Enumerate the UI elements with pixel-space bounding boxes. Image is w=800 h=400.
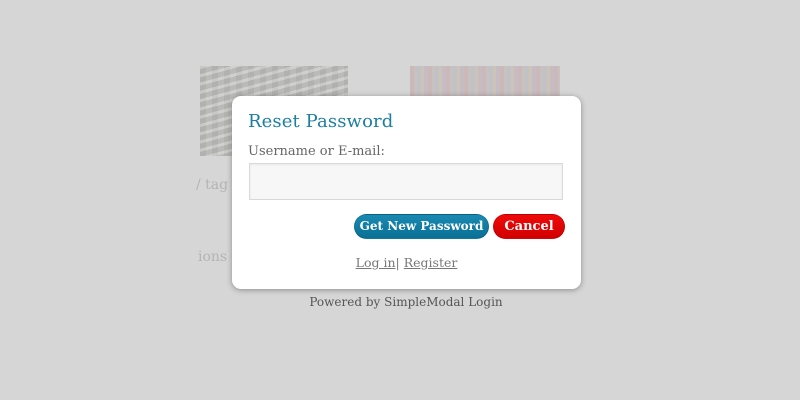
reset-password-dialog: Reset Password Username or E-mail: Get N… [232,96,581,289]
auth-links: Log in| Register [232,255,581,270]
links-separator: | [395,255,400,270]
login-link[interactable]: Log in [356,255,396,270]
get-new-password-button[interactable]: Get New Password [354,214,489,239]
page: / tag ions Reset Password Username or E-… [0,0,800,400]
username-label: Username or E-mail: [248,144,385,159]
dialog-title: Reset Password [248,111,394,132]
background-text-fragment: ions [198,249,228,265]
cancel-button[interactable]: Cancel [493,214,565,239]
username-email-input[interactable] [249,163,563,200]
background-text-fragment: / tag [196,177,229,193]
register-link[interactable]: Register [404,255,458,270]
powered-by-text: Powered by SimpleModal Login [309,295,503,309]
